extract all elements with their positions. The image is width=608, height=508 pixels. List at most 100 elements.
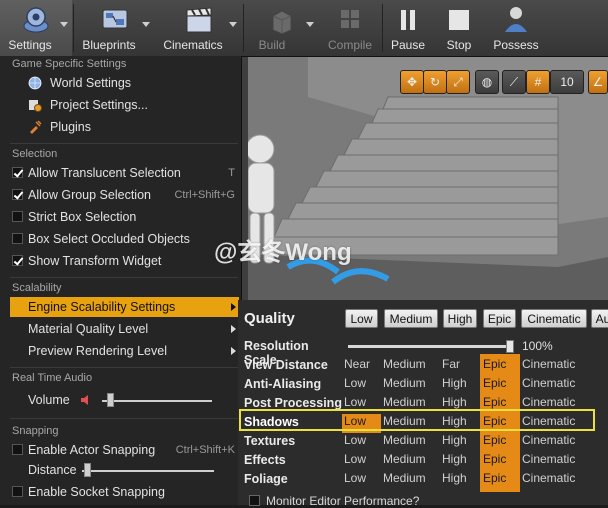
settings-gear-icon xyxy=(23,7,49,33)
strict-box-checkbox[interactable] xyxy=(12,211,23,222)
grid-snap-icon[interactable]: # xyxy=(526,70,550,94)
menu-item-world-settings[interactable]: World Settings xyxy=(10,73,239,93)
quality-option-epic[interactable]: Epic xyxy=(483,433,506,447)
quality-option-low[interactable]: Low xyxy=(344,395,366,409)
preset-button-low[interactable]: Low xyxy=(345,309,378,328)
enable-socket-snapping-checkbox[interactable] xyxy=(12,486,23,497)
distance-slider-handle[interactable] xyxy=(84,463,91,477)
stop-button[interactable]: Stop xyxy=(435,0,483,56)
menu-item-allow-translucent[interactable]: Allow Translucent Selection T xyxy=(10,163,239,183)
quality-option-medium[interactable]: Medium xyxy=(383,471,426,485)
build-dropdown-icon[interactable] xyxy=(306,22,314,27)
submenu-arrow-icon xyxy=(231,303,236,311)
quality-option-high[interactable]: High xyxy=(442,433,467,447)
submenu-arrow-icon xyxy=(231,325,236,333)
quality-option-high[interactable]: High xyxy=(442,471,467,485)
quality-option-medium[interactable]: Medium xyxy=(383,395,426,409)
quality-option-far[interactable]: Far xyxy=(442,357,460,371)
volume-slider-handle[interactable] xyxy=(107,393,114,407)
menu-item-project-settings[interactable]: Project Settings... xyxy=(10,95,239,115)
menu-item-label: Enable Actor Snapping xyxy=(28,443,156,457)
menu-item-enable-socket-snapping[interactable]: Enable Socket Snapping xyxy=(10,482,239,502)
monitor-performance-checkbox[interactable] xyxy=(249,495,260,506)
preset-button-high[interactable]: High xyxy=(443,309,477,328)
cinematics-button[interactable]: Cinematics xyxy=(157,0,241,56)
menu-item-show-transform[interactable]: Show Transform Widget xyxy=(10,251,239,271)
settings-dropdown-icon[interactable] xyxy=(60,22,68,27)
quality-option-medium[interactable]: Medium xyxy=(383,433,426,447)
menu-item-box-occluded[interactable]: Box Select Occluded Objects xyxy=(10,229,239,249)
blueprints-dropdown-icon[interactable] xyxy=(142,22,150,27)
quality-option-low[interactable]: Low xyxy=(344,433,366,447)
menu-item-material-quality[interactable]: Material Quality Level xyxy=(10,319,239,339)
quality-option-low[interactable]: Low xyxy=(344,376,366,390)
blueprints-button[interactable]: Blueprints xyxy=(76,0,154,56)
quality-option-epic[interactable]: Epic xyxy=(483,357,506,371)
preset-button-epic[interactable]: Epic xyxy=(483,309,516,328)
quality-option-medium[interactable]: Medium xyxy=(383,357,426,371)
surface-snap-icon[interactable]: ⟋ xyxy=(502,70,526,94)
menu-item-label: Box Select Occluded Objects xyxy=(28,232,190,246)
blueprints-icon xyxy=(102,9,128,29)
menu-item-preview-rendering[interactable]: Preview Rendering Level xyxy=(10,341,239,361)
box-occluded-checkbox[interactable] xyxy=(12,233,23,244)
translate-icon[interactable]: ✥ xyxy=(400,70,424,94)
distance-slider-track[interactable] xyxy=(82,470,214,472)
quality-option-cinematic[interactable]: Cinematic xyxy=(522,433,575,447)
quality-option-medium[interactable]: Medium xyxy=(383,376,426,390)
possess-button[interactable]: Possess xyxy=(486,0,546,56)
quality-option-epic[interactable]: Epic xyxy=(483,395,506,409)
allow-group-checkbox[interactable] xyxy=(12,189,23,200)
menu-item-allow-group[interactable]: Allow Group Selection Ctrl+Shift+G xyxy=(10,185,239,205)
compile-button[interactable]: Compile xyxy=(320,0,380,56)
stop-label: Stop xyxy=(446,38,472,52)
world-local-icon[interactable]: ◍ xyxy=(475,70,499,94)
resolution-scale-slider[interactable] xyxy=(348,345,512,348)
show-transform-checkbox[interactable] xyxy=(12,255,23,266)
enable-actor-snapping-checkbox[interactable] xyxy=(12,444,23,455)
quality-option-cinematic[interactable]: Cinematic xyxy=(522,471,575,485)
menu-item-strict-box[interactable]: Strict Box Selection xyxy=(10,207,239,227)
preset-button-medium[interactable]: Medium xyxy=(384,309,438,328)
menu-item-engine-scalability[interactable]: Engine Scalability Settings xyxy=(10,297,239,317)
toolbar-separator xyxy=(243,4,244,52)
menu-item-enable-actor-snapping[interactable]: Enable Actor Snapping Ctrl+Shift+K xyxy=(10,440,239,460)
menu-divider xyxy=(10,418,238,419)
menu-divider xyxy=(10,367,238,368)
quality-option-cinematic[interactable]: Cinematic xyxy=(522,357,575,371)
rotation-snap-icon[interactable]: ∠ xyxy=(588,70,608,94)
grid-snap-value[interactable]: 10 xyxy=(550,70,584,94)
preset-button-cinematic[interactable]: Cinematic xyxy=(521,309,587,328)
quality-option-low[interactable]: Low xyxy=(344,452,366,466)
resolution-scale-handle[interactable] xyxy=(506,340,514,353)
cinematics-dropdown-icon[interactable] xyxy=(229,22,237,27)
watermark: @玄冬Wong xyxy=(214,239,352,266)
pause-icon xyxy=(401,10,415,30)
scale-icon[interactable]: ⤢ xyxy=(446,70,470,94)
quality-option-epic[interactable]: Epic xyxy=(483,471,506,485)
quality-option-low[interactable]: Low xyxy=(344,471,366,485)
rotate-icon[interactable]: ↻ xyxy=(423,70,447,94)
quality-option-cinematic[interactable]: Cinematic xyxy=(522,395,575,409)
quality-option-cinematic[interactable]: Cinematic xyxy=(522,376,575,390)
build-button[interactable]: Build xyxy=(246,0,318,56)
quality-option-near[interactable]: Near xyxy=(344,357,370,371)
plugin-icon xyxy=(30,120,42,134)
preset-button-au[interactable]: Au xyxy=(591,309,608,328)
quality-option-cinematic[interactable]: Cinematic xyxy=(522,452,575,466)
volume-slider-track[interactable] xyxy=(102,400,212,402)
quality-option-medium[interactable]: Medium xyxy=(383,452,426,466)
menu-item-plugins[interactable]: Plugins xyxy=(10,117,239,137)
quality-option-high[interactable]: High xyxy=(442,452,467,466)
quality-option-high[interactable]: High xyxy=(442,376,467,390)
shortcut-text: Ctrl+Shift+G xyxy=(174,189,235,201)
quality-option-epic[interactable]: Epic xyxy=(483,376,506,390)
pause-button[interactable]: Pause xyxy=(385,0,431,56)
allow-translucent-checkbox[interactable] xyxy=(12,167,23,178)
menu-item-label: Show Transform Widget xyxy=(28,254,162,268)
globe-icon xyxy=(28,76,42,90)
submenu-arrow-icon xyxy=(231,347,236,355)
settings-button[interactable]: Settings xyxy=(0,0,72,56)
quality-option-epic[interactable]: Epic xyxy=(483,452,506,466)
quality-option-high[interactable]: High xyxy=(442,395,467,409)
